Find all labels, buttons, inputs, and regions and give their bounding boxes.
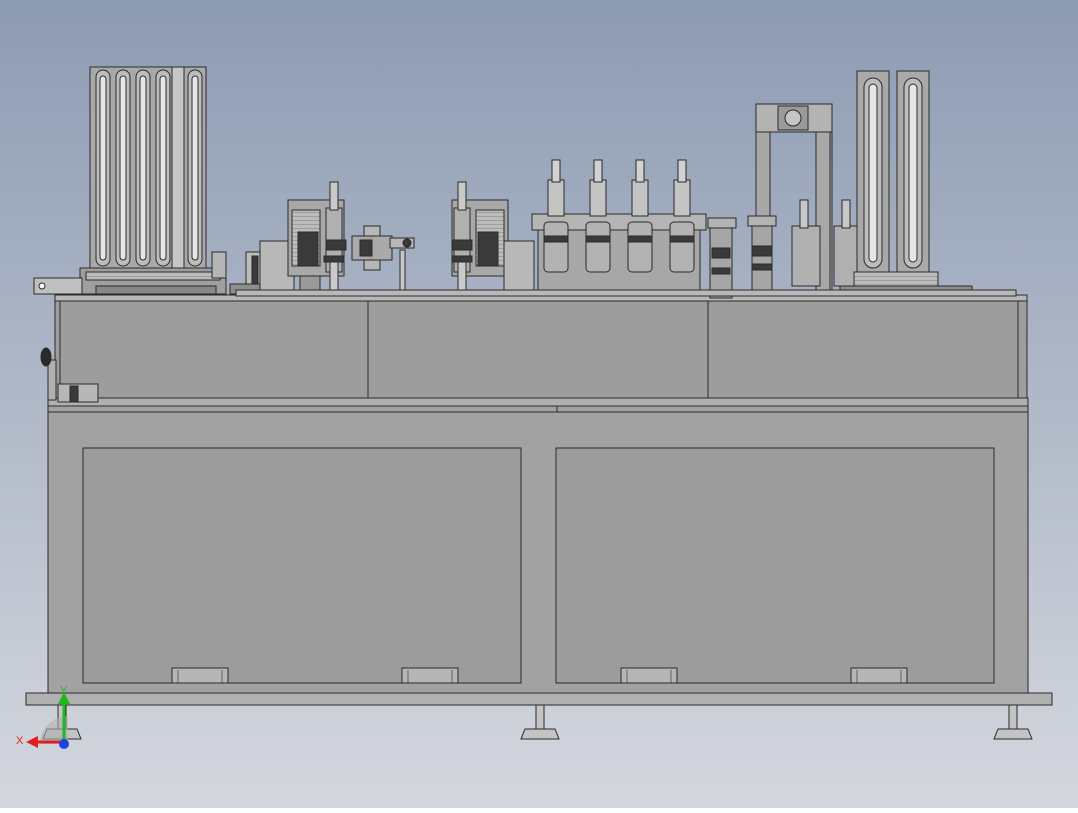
- lower-cabinet: [25, 404, 1053, 706]
- cabinet-door-left: [82, 447, 522, 684]
- x-axis-label: X: [16, 735, 24, 747]
- cabinet-door-right: [555, 447, 995, 684]
- base-plate: [25, 692, 1053, 706]
- upper-table: [47, 294, 1029, 407]
- conveyor-rail: [235, 289, 1017, 297]
- valve-block: [57, 383, 99, 403]
- cad-viewport[interactable]: X Y: [0, 0, 1078, 808]
- machine-drawing: X Y: [0, 0, 1078, 808]
- y-axis-label: Y: [60, 685, 68, 697]
